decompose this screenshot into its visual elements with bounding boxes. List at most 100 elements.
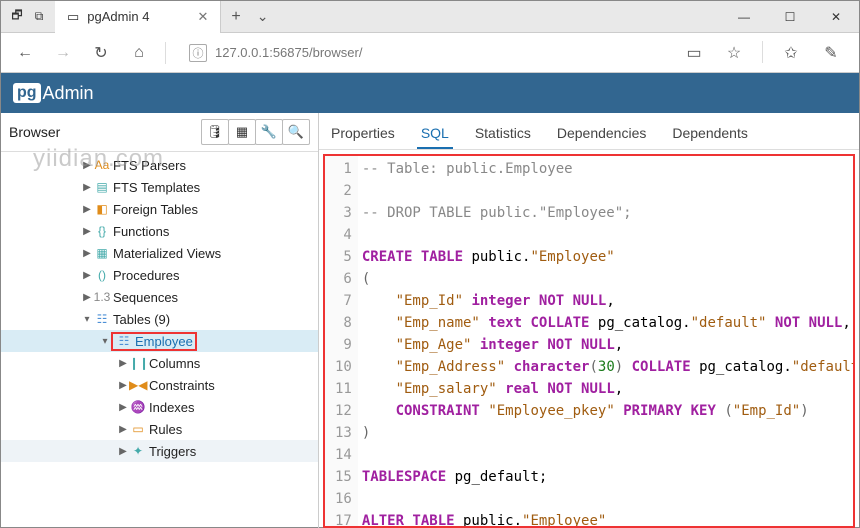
node-icon: ◧: [93, 202, 111, 216]
notes-icon[interactable]: ✎: [819, 41, 843, 65]
node-label: Columns: [147, 356, 200, 371]
reload-button[interactable]: ↻: [89, 41, 113, 65]
node-icon: 1.3: [93, 290, 111, 304]
tree-item[interactable]: ▶▤FTS Templates: [1, 176, 318, 198]
divider: [762, 41, 763, 63]
tree-item[interactable]: ▶◧Foreign Tables: [1, 198, 318, 220]
sidebar-header: Browser 🛢 ▦ 🔧 🔍: [1, 113, 318, 152]
view-data-button[interactable]: ▦: [228, 119, 256, 145]
node-icon: Aa: [93, 158, 111, 172]
node-icon: ▭: [129, 422, 147, 436]
node-label: Constraints: [147, 378, 215, 393]
tab-title: pgAdmin 4: [87, 9, 149, 24]
node-label: Materialized Views: [111, 246, 221, 261]
tree-item[interactable]: ▾☷Tables (9): [1, 308, 318, 330]
expand-arrow-icon[interactable]: ▾: [81, 314, 93, 325]
node-label: Sequences: [111, 290, 178, 305]
expand-arrow-icon[interactable]: ▶: [81, 248, 93, 259]
expand-arrow-icon[interactable]: ▶: [117, 358, 129, 369]
tab-statistics[interactable]: Statistics: [471, 119, 535, 149]
new-tab-button[interactable]: +: [221, 8, 250, 26]
sys-icon-copy[interactable]: ⧉: [31, 9, 47, 25]
node-label: Employee: [133, 334, 193, 349]
window-close-button[interactable]: ✕: [813, 1, 859, 33]
node-icon: ▦: [93, 246, 111, 260]
back-button[interactable]: ←: [13, 41, 37, 65]
expand-arrow-icon[interactable]: ▶: [117, 402, 129, 413]
close-tab-icon[interactable]: ✕: [197, 9, 208, 25]
expand-arrow-icon[interactable]: ▶: [117, 446, 129, 457]
node-label: Rules: [147, 422, 182, 437]
node-label: Triggers: [147, 444, 196, 459]
sys-icon-cascade[interactable]: 🗗: [9, 9, 25, 25]
window-maximize-button[interactable]: ☐: [767, 1, 813, 33]
favorites-bar-icon[interactable]: ✩: [779, 41, 803, 65]
tree-item[interactable]: ▶{}Functions: [1, 220, 318, 242]
window-minimize-button[interactable]: ―: [721, 1, 767, 33]
expand-arrow-icon[interactable]: ▶: [81, 270, 93, 281]
tree-item[interactable]: ▶❙❙Columns: [1, 352, 318, 374]
browser-tab-active[interactable]: ▭ pgAdmin 4 ✕: [55, 1, 221, 33]
home-button[interactable]: ⌂: [127, 41, 151, 65]
tree-item[interactable]: ▶♒Indexes: [1, 396, 318, 418]
divider: [165, 42, 166, 64]
node-icon: ☷: [93, 312, 111, 326]
sql-editor: 123456789101112131415161718 -- Table: pu…: [323, 154, 855, 528]
line-gutter: 123456789101112131415161718: [325, 156, 358, 526]
tab-dependents[interactable]: Dependents: [668, 119, 752, 149]
node-label: FTS Parsers: [111, 158, 186, 173]
expand-arrow-icon[interactable]: ▶: [81, 160, 93, 171]
tree-item[interactable]: ▶▭Rules: [1, 418, 318, 440]
node-label: Procedures: [111, 268, 179, 283]
window-titlebar: 🗗 ⧉ ▭ pgAdmin 4 ✕ + ⌄ ― ☐ ✕: [1, 1, 859, 33]
expand-arrow-icon[interactable]: ▾: [99, 336, 111, 347]
node-label: Tables (9): [111, 312, 170, 327]
browser-sidebar: Browser 🛢 ▦ 🔧 🔍 yiidian.com ▶AaFTS Parse…: [1, 113, 319, 528]
expand-arrow-icon[interactable]: ▶: [81, 226, 93, 237]
search-button[interactable]: 🔍: [282, 119, 310, 145]
node-icon: ❙❙: [129, 356, 147, 370]
tree-item[interactable]: ▶▦Materialized Views: [1, 242, 318, 264]
content-tabs: Properties SQL Statistics Dependencies Depen…: [319, 113, 859, 150]
node-icon: ♒: [129, 400, 147, 414]
expand-arrow-icon[interactable]: ▶: [81, 204, 93, 215]
query-tool-button[interactable]: 🛢: [201, 119, 229, 145]
favorite-icon[interactable]: ☆: [722, 41, 746, 65]
tab-dependencies[interactable]: Dependencies: [553, 119, 651, 149]
expand-arrow-icon[interactable]: ▶: [81, 182, 93, 193]
tabs-menu-icon[interactable]: ⌄: [251, 8, 275, 25]
app-header: pgAdmin: [1, 73, 859, 113]
tree-item[interactable]: ▶1.3Sequences: [1, 286, 318, 308]
node-icon: ▤: [93, 180, 111, 194]
expand-arrow-icon[interactable]: ▶: [117, 380, 129, 391]
node-label: Functions: [111, 224, 169, 239]
url-text: 127.0.0.1:56875/browser/: [215, 45, 362, 60]
sql-code[interactable]: -- Table: public.Employee -- DROP TABLE …: [358, 156, 853, 526]
node-label: FTS Templates: [111, 180, 200, 195]
tab-properties[interactable]: Properties: [327, 119, 399, 149]
tree-item[interactable]: ▶✦Triggers: [1, 440, 318, 462]
tree-item[interactable]: ▶▶◀Constraints: [1, 374, 318, 396]
node-icon: ▶◀: [129, 378, 147, 392]
forward-button: →: [51, 41, 75, 65]
main-split: Browser 🛢 ▦ 🔧 🔍 yiidian.com ▶AaFTS Parse…: [1, 113, 859, 528]
expand-arrow-icon[interactable]: ▶: [117, 424, 129, 435]
node-icon: ✦: [129, 444, 147, 458]
tree-item[interactable]: ▾ ☷Employee: [1, 330, 318, 352]
node-label: Foreign Tables: [111, 202, 198, 217]
node-icon: ☷: [115, 334, 133, 348]
object-tree[interactable]: ▶AaFTS Parsers▶▤FTS Templates▶◧Foreign T…: [1, 152, 318, 462]
page-icon: ▭: [67, 9, 79, 25]
node-label: Indexes: [147, 400, 195, 415]
tree-item[interactable]: ▶AaFTS Parsers: [1, 154, 318, 176]
tab-sql[interactable]: SQL: [417, 119, 453, 149]
expand-arrow-icon[interactable]: ▶: [81, 292, 93, 303]
filter-rows-button[interactable]: 🔧: [255, 119, 283, 145]
tree-item[interactable]: ▶()Procedures: [1, 264, 318, 286]
reading-view-icon[interactable]: ▭: [682, 41, 706, 65]
site-info-icon[interactable]: ⓘ: [189, 44, 207, 62]
browser-toolbar: ← → ↻ ⌂ ⓘ 127.0.0.1:56875/browser/ ▭ ☆ ✩…: [1, 33, 859, 73]
address-bar[interactable]: ⓘ 127.0.0.1:56875/browser/: [180, 39, 668, 67]
content-pane: Properties SQL Statistics Dependencies Depen…: [319, 113, 859, 528]
node-icon: {}: [93, 224, 111, 238]
